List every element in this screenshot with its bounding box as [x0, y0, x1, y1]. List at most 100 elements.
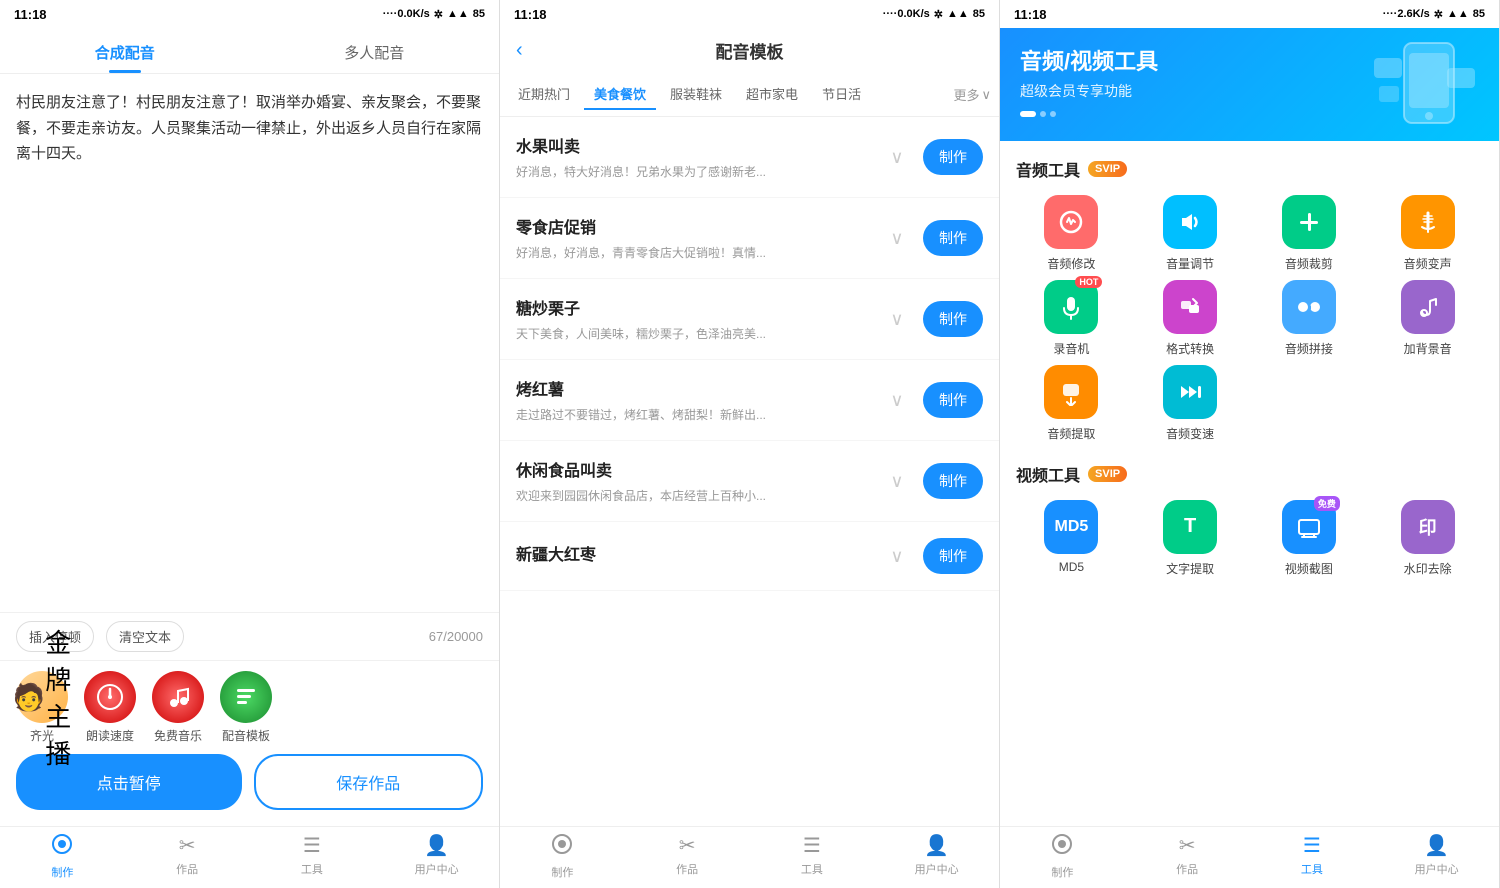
tool-audio-concat[interactable]: 音频拼接: [1254, 280, 1365, 357]
nav-label-works-1: 作品: [176, 861, 198, 877]
template-desc-2: 天下美食，人间美味，糯炒栗子，色泽油亮美...: [516, 325, 871, 343]
cat-recent[interactable]: 近期热门: [508, 79, 580, 110]
voice-item-template[interactable]: 配音模板: [220, 671, 272, 744]
add-bgm-icon: [1401, 280, 1455, 334]
format-convert-icon: [1163, 280, 1217, 334]
panel-1-dubbing: 11:18 ····0.0K/s ✲ ▲▲ 85 合成配音 多人配音 村民朋友注…: [0, 0, 500, 888]
nav-works-1[interactable]: ✂ 作品: [125, 827, 250, 888]
back-button[interactable]: ‹: [516, 39, 523, 62]
more-chevron: ∨: [981, 87, 991, 103]
create-icon-3: [1051, 833, 1073, 861]
text-area-container: 村民朋友注意了！村民朋友注意了！取消举办婚宴、亲友聚会，不要聚餐，不要走亲访友。…: [0, 74, 499, 612]
profile-icon-1: 👤: [424, 833, 449, 858]
banner-graphic: [1369, 38, 1479, 133]
gold-anchor-badge: 金牌主播: [45, 623, 71, 771]
status-icons-3: ····2.6K/s ✲ ▲▲ 85: [1383, 8, 1485, 21]
template-make-2[interactable]: 制作: [923, 301, 983, 337]
tool-audio-extract[interactable]: 音频提取: [1016, 365, 1127, 442]
template-expand-5[interactable]: ∨: [883, 542, 911, 570]
template-make-1[interactable]: 制作: [923, 220, 983, 256]
audio-volume-label: 音量调节: [1166, 255, 1214, 272]
tool-video-screen[interactable]: 免费 视频截图: [1254, 500, 1365, 577]
tool-video-t[interactable]: T 文字提取: [1135, 500, 1246, 577]
template-expand-1[interactable]: ∨: [883, 224, 911, 252]
cat-clothing[interactable]: 服装鞋袜: [660, 79, 732, 110]
template-make-5[interactable]: 制作: [923, 538, 983, 574]
nav-tools-3[interactable]: ☰ 工具: [1250, 827, 1375, 888]
tool-md5[interactable]: MD5 MD5: [1016, 500, 1127, 577]
time-1: 11:18: [14, 7, 47, 22]
audio-title: 音频工具: [1016, 157, 1080, 181]
nav-tools-2[interactable]: ☰ 工具: [750, 827, 875, 888]
tool-audio-volume[interactable]: 音量调节: [1135, 195, 1246, 272]
voice-item-speed[interactable]: 朗读速度: [84, 671, 136, 744]
template-name-2: 糖炒栗子: [516, 295, 871, 319]
voice-item-music[interactable]: 免费音乐: [152, 671, 204, 744]
tab-dubbing-synth[interactable]: 合成配音: [0, 36, 250, 73]
template-name-5: 新疆大红枣: [516, 541, 871, 565]
md5-icon: MD5: [1044, 500, 1098, 554]
audio-svip-badge: SVIP: [1088, 161, 1127, 177]
template-expand-2[interactable]: ∨: [883, 305, 911, 333]
nav-profile-3[interactable]: 👤 用户中心: [1374, 827, 1499, 888]
md5-text: MD5: [1054, 518, 1088, 536]
dot-2: [1040, 111, 1046, 117]
tool-print[interactable]: 印 水印去除: [1372, 500, 1483, 577]
video-title: 视频工具: [1016, 462, 1080, 486]
nav-create-3[interactable]: 制作: [1000, 827, 1125, 888]
template-make-4[interactable]: 制作: [923, 463, 983, 499]
template-expand-3[interactable]: ∨: [883, 386, 911, 414]
audio-extract-icon: [1044, 365, 1098, 419]
tool-recorder[interactable]: HOT 录音机: [1016, 280, 1127, 357]
wifi-icon-1: ▲▲: [447, 8, 469, 20]
template-make-3[interactable]: 制作: [923, 382, 983, 418]
status-icons-2: ····0.0K/s ✲ ▲▲ 85: [883, 8, 985, 21]
tool-audio-modify[interactable]: 音频修改: [1016, 195, 1127, 272]
nav-profile-2[interactable]: 👤 用户中心: [874, 827, 999, 888]
nav-create-1[interactable]: 制作: [0, 827, 125, 888]
template-list: 水果叫卖 好消息，特大好消息！兄弟水果为了感谢新老... ∨ 制作 零食店促销 …: [500, 117, 999, 826]
video-section-header: 视频工具 SVIP: [1016, 462, 1483, 486]
nav-label-create-2: 制作: [551, 864, 573, 880]
audio-concat-icon: [1282, 280, 1336, 334]
tool-add-bgm[interactable]: 加背景音: [1372, 280, 1483, 357]
dot-3: [1050, 111, 1056, 117]
template-expand-4[interactable]: ∨: [883, 467, 911, 495]
cat-more[interactable]: 更多 ∨: [953, 85, 991, 104]
template-item-4: 休闲食品叫卖 欢迎来到园园休闲食品店，本店经营上百种小... ∨ 制作: [500, 441, 999, 522]
voice-item-qiguang[interactable]: 🧑 金牌主播 齐光: [16, 671, 68, 744]
nav-create-2[interactable]: 制作: [500, 827, 625, 888]
audio-voice-change-label: 音频变声: [1404, 255, 1452, 272]
dubbing-text-input[interactable]: 村民朋友注意了！村民朋友注意了！取消举办婚宴、亲友聚会，不要聚餐，不要走亲访友。…: [16, 90, 483, 596]
tab-dubbing-multi[interactable]: 多人配音: [250, 36, 500, 73]
tool-audio-speed[interactable]: 音频变速: [1135, 365, 1246, 442]
md5-label: MD5: [1059, 560, 1084, 574]
video-screen-icon: 免费: [1282, 500, 1336, 554]
clear-text-button[interactable]: 清空文本: [106, 621, 184, 652]
template-make-0[interactable]: 制作: [923, 139, 983, 175]
tool-format-convert[interactable]: 格式转换: [1135, 280, 1246, 357]
nav-works-3[interactable]: ✂ 作品: [1125, 827, 1250, 888]
time-3: 11:18: [1014, 7, 1047, 22]
nav-label-create-1: 制作: [51, 864, 73, 880]
nav-works-2[interactable]: ✂ 作品: [625, 827, 750, 888]
tool-audio-cut[interactable]: 音频裁剪: [1254, 195, 1365, 272]
create-icon-1: [51, 833, 73, 861]
voice-label-music: 免费音乐: [154, 727, 202, 744]
template-icon: [220, 671, 272, 723]
print-label: 水印去除: [1404, 560, 1452, 577]
cat-food[interactable]: 美食餐饮: [584, 79, 656, 110]
save-button[interactable]: 保存作品: [254, 754, 484, 810]
video-t-icon: T: [1163, 500, 1217, 554]
template-header: ‹ 配音模板: [500, 28, 999, 73]
bottom-nav-2: 制作 ✂ 作品 ☰ 工具 👤 用户中心: [500, 826, 999, 888]
template-expand-0[interactable]: ∨: [883, 143, 911, 171]
nav-tools-1[interactable]: ☰ 工具: [250, 827, 375, 888]
cat-supermarket[interactable]: 超市家电: [736, 79, 808, 110]
tool-audio-voice-change[interactable]: 音频变声: [1372, 195, 1483, 272]
nav-profile-1[interactable]: 👤 用户中心: [374, 827, 499, 888]
cat-holiday[interactable]: 节日活: [812, 79, 871, 110]
banner-area: 音频/视频工具 超级会员专享功能: [1000, 28, 1499, 141]
recorder-label: 录音机: [1053, 340, 1089, 357]
audio-modify-icon: [1044, 195, 1098, 249]
